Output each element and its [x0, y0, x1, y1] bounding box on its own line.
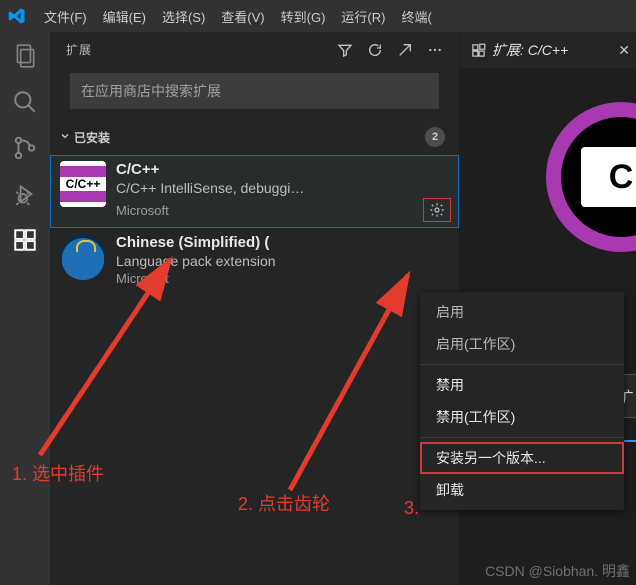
cm-enable-workspace[interactable]: 启用(工作区) [420, 328, 624, 360]
extension-title: C/C++ [116, 161, 451, 178]
tab-title: 扩展: C/C++ [492, 40, 612, 60]
extension-item-ccpp[interactable]: C/C++ C/C++ C/C++ IntelliSense, debuggi…… [50, 155, 459, 228]
explorer-icon[interactable] [11, 42, 39, 70]
menu-edit[interactable]: 编辑(E) [95, 0, 154, 32]
clear-icon[interactable] [397, 42, 413, 58]
cm-disable-workspace[interactable]: 禁用(工作区) [420, 401, 624, 433]
vscode-logo-icon [8, 7, 26, 25]
menu-file[interactable]: 文件(F) [36, 0, 95, 32]
section-installed[interactable]: 已安装 2 [50, 123, 459, 151]
extensions-icon[interactable] [11, 226, 39, 254]
close-icon[interactable]: ✕ [618, 42, 630, 59]
source-control-icon[interactable] [11, 134, 39, 162]
search-placeholder: 在应用商店中搜索扩展 [81, 81, 221, 101]
search-icon[interactable] [11, 88, 39, 116]
cm-separator [420, 437, 624, 438]
menubar: 文件(F) 编辑(E) 选择(S) 查看(V) 转到(G) 运行(R) 终端( [0, 0, 636, 32]
section-label: 已安装 [74, 129, 425, 146]
extension-icon-chinese [60, 234, 106, 280]
sidebar-title: 扩展 [66, 41, 337, 58]
chevron-down-icon [58, 130, 72, 145]
extensions-icon [470, 42, 486, 58]
menu-selection[interactable]: 选择(S) [154, 0, 213, 32]
run-debug-icon[interactable] [11, 180, 39, 208]
extension-publisher: Microsoft [116, 271, 451, 286]
extensions-sidebar: 扩展 在应用商店中搜索扩展 已安装 2 C/C++ [50, 32, 460, 585]
refresh-icon[interactable] [367, 42, 383, 58]
extension-title: Chinese (Simplified) ( [116, 234, 451, 251]
search-input[interactable]: 在应用商店中搜索扩展 [70, 73, 439, 109]
gear-icon[interactable] [423, 198, 451, 222]
extension-list: C/C++ C/C++ C/C++ IntelliSense, debuggi…… [50, 151, 459, 296]
tab-extension-detail[interactable]: 扩展: C/C++ ✕ [460, 32, 636, 68]
extension-item-chinese[interactable]: Chinese (Simplified) ( Language pack ext… [50, 228, 459, 292]
extension-desc: C/C++ IntelliSense, debuggi… [116, 180, 451, 196]
sidebar-header: 扩展 [50, 32, 459, 67]
extension-icon-ccpp: C/C++ [60, 161, 106, 207]
extension-detail-logo: C [546, 102, 636, 252]
cm-enable[interactable]: 启用 [420, 296, 624, 328]
cm-install-another-version[interactable]: 安装另一个版本... [420, 442, 624, 474]
extension-publisher: Microsoft [116, 203, 423, 218]
installed-count-badge: 2 [425, 127, 445, 147]
activitybar [0, 32, 50, 585]
watermark: CSDN @Siobhan. 明鑫 [485, 561, 630, 581]
filter-icon[interactable] [337, 42, 353, 58]
context-menu: 启用 启用(工作区) 禁用 禁用(工作区) 安装另一个版本... 卸载 [420, 292, 624, 510]
link-underline [622, 440, 636, 442]
menu-go[interactable]: 转到(G) [273, 0, 334, 32]
menu-view[interactable]: 查看(V) [213, 0, 272, 32]
menu-run[interactable]: 运行(R) [333, 0, 393, 32]
more-icon[interactable] [427, 42, 443, 58]
menu-terminal[interactable]: 终端( [393, 0, 439, 32]
cm-uninstall[interactable]: 卸载 [420, 474, 624, 506]
cm-disable[interactable]: 禁用 [420, 369, 624, 401]
cm-separator [420, 364, 624, 365]
extension-desc: Language pack extension [116, 253, 451, 269]
